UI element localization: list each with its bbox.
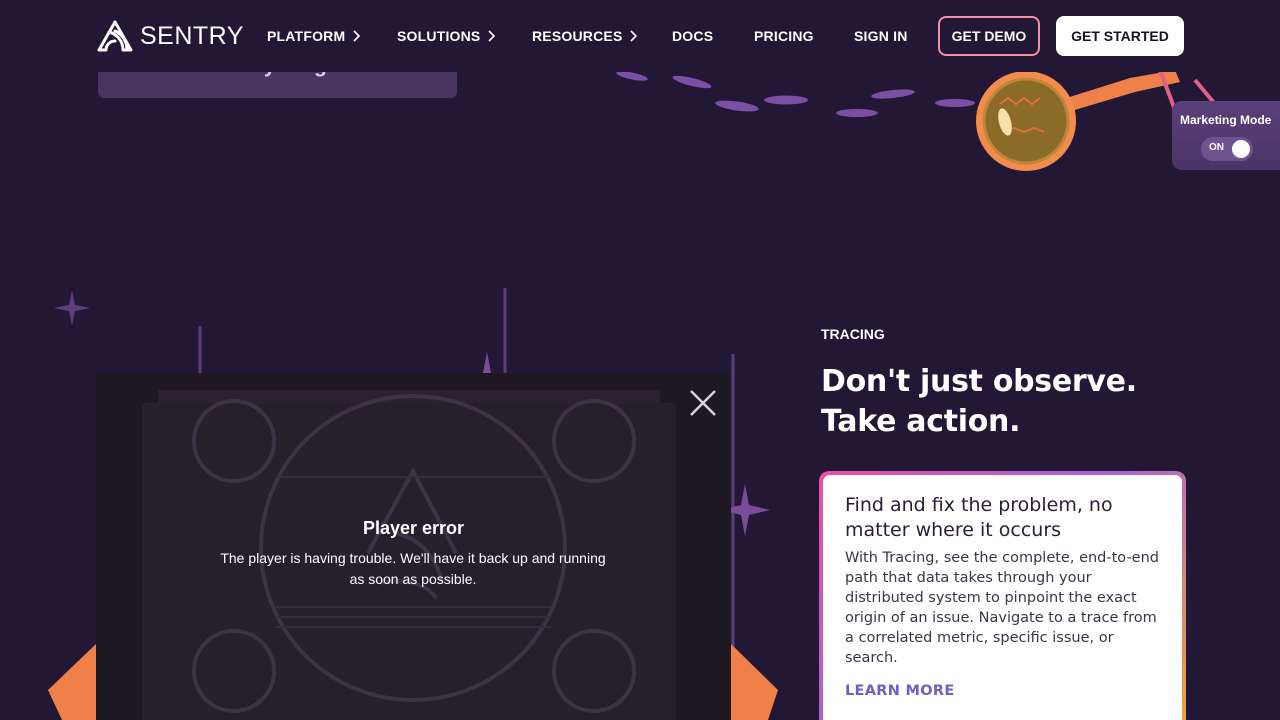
headline-line-1: Don't just observe. xyxy=(821,364,1137,399)
marketing-mode-panel: Marketing Mode ON xyxy=(1172,101,1280,170)
get-started-button[interactable]: GET STARTED xyxy=(1056,16,1184,56)
feature-card-title: Find and fix the problem, no matter wher… xyxy=(845,494,1113,541)
sentry-logo-icon xyxy=(97,20,133,52)
nav-docs-label: DOCS xyxy=(672,28,714,44)
nav-pricing[interactable]: PRICING xyxy=(754,26,814,46)
nav-platform-label: PLATFORM xyxy=(267,28,346,44)
chevron-right-icon xyxy=(630,30,638,42)
marketing-mode-toggle[interactable]: ON xyxy=(1201,137,1253,161)
feature-card: Find and fix the problem, no matter wher… xyxy=(823,475,1182,720)
nav-platform[interactable]: PLATFORM xyxy=(267,26,361,46)
top-navigation: SENTRY PLATFORM SOLUTIONS RESOURCES DOCS… xyxy=(0,0,1280,72)
feature-card-body: With Tracing, see the complete, end-to-e… xyxy=(845,550,1159,666)
nav-resources-label: RESOURCES xyxy=(532,28,623,44)
nav-sign-in-label: SIGN IN xyxy=(854,28,908,44)
player-background-art xyxy=(96,373,731,720)
logo-text: SENTRY xyxy=(140,21,244,50)
sentry-logo[interactable]: SENTRY xyxy=(96,18,244,54)
player-error-message: The player is having trouble. We'll have… xyxy=(220,550,606,587)
nav-pricing-label: PRICING xyxy=(754,28,814,44)
close-icon[interactable] xyxy=(686,386,720,420)
nav-resources[interactable]: RESOURCES xyxy=(532,26,638,46)
section-headline: Don't just observe. Take action. xyxy=(821,362,1221,442)
feature-card-border: Find and fix the problem, no matter wher… xyxy=(819,471,1186,720)
video-player[interactable]: Player error The player is having troubl… xyxy=(96,373,731,720)
chevron-right-icon xyxy=(488,30,496,42)
section-eyebrow: TRACING xyxy=(821,326,885,342)
nav-solutions-label: SOLUTIONS xyxy=(397,28,481,44)
nav-solutions[interactable]: SOLUTIONS xyxy=(397,26,496,46)
nav-sign-in[interactable]: SIGN IN xyxy=(854,26,908,46)
chevron-right-icon xyxy=(353,30,361,42)
nav-docs[interactable]: DOCS xyxy=(672,26,713,46)
toggle-knob xyxy=(1232,140,1250,158)
marketing-mode-label: Marketing Mode xyxy=(1180,113,1272,127)
get-demo-button[interactable]: GET DEMO xyxy=(938,16,1040,56)
headline-line-2: Take action. xyxy=(821,404,1021,439)
toggle-state-label: ON xyxy=(1209,142,1224,153)
learn-more-link[interactable]: LEARN MORE xyxy=(845,683,955,699)
player-error-title: Player error xyxy=(362,518,465,538)
